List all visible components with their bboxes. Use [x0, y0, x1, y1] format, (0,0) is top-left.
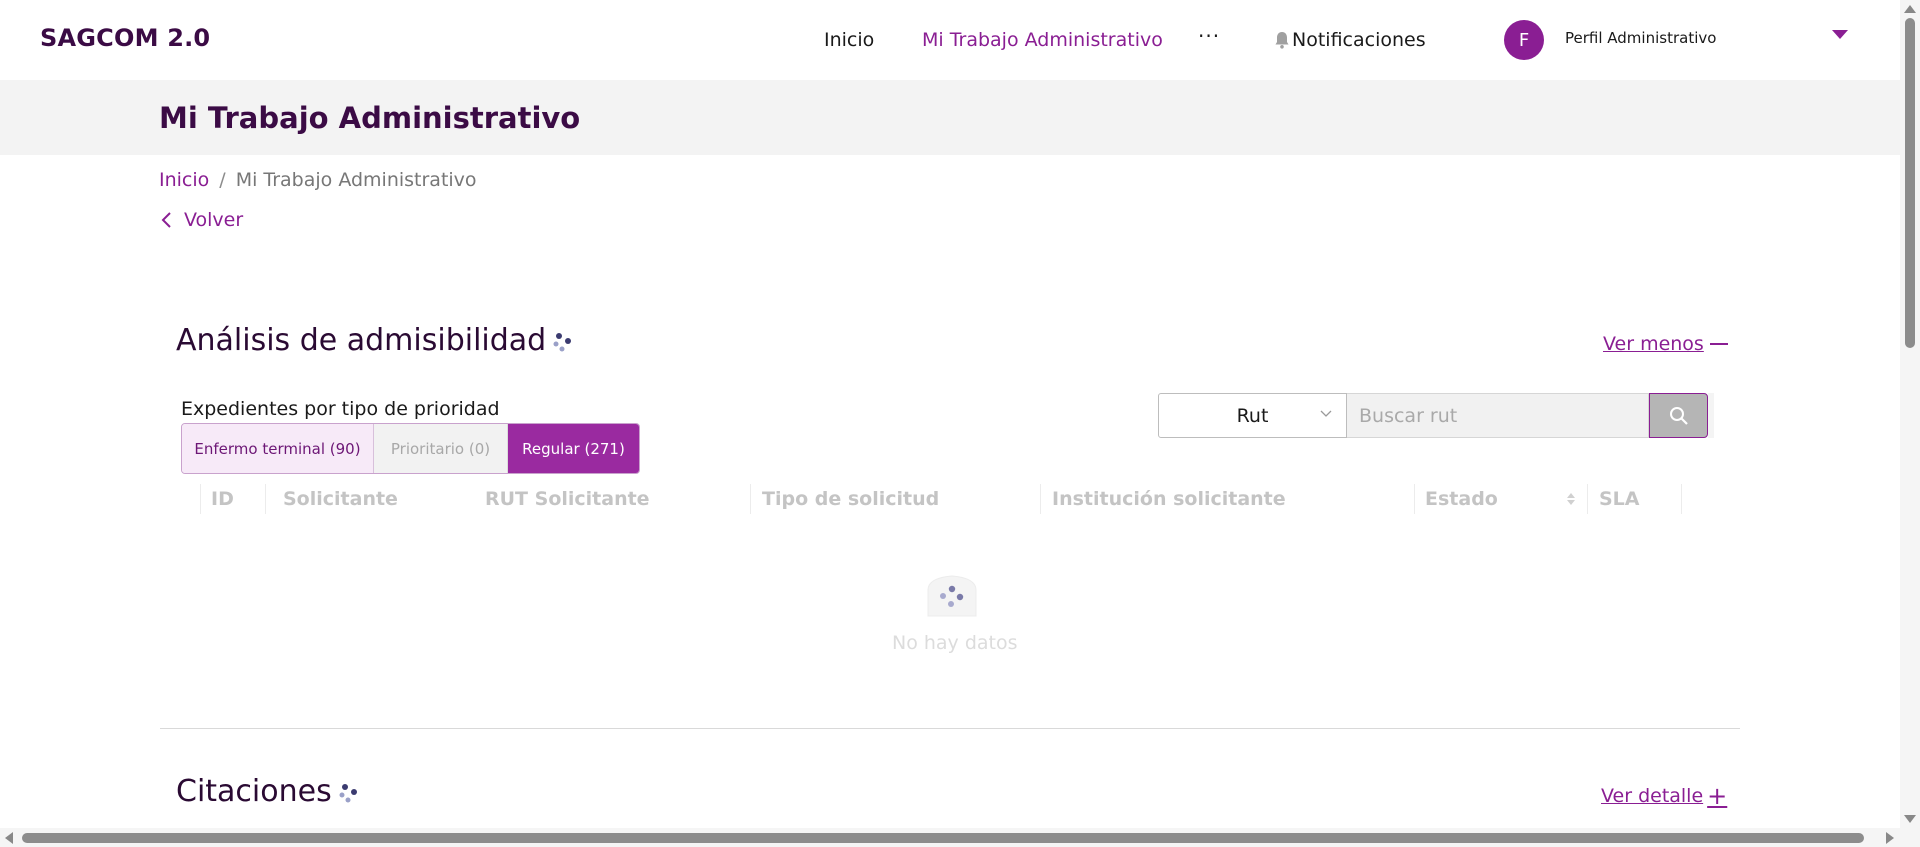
ver-menos-toggle[interactable]: Ver menos — [1603, 333, 1728, 355]
column-header-sla[interactable]: SLA — [1599, 488, 1640, 510]
table-header: ID Solicitante RUT Solicitante Tipo de s… — [200, 480, 1682, 518]
column-header-id[interactable]: ID — [211, 488, 234, 510]
column-divider — [200, 484, 201, 514]
app-logo[interactable]: SAGCOM 2.0 — [40, 24, 210, 52]
search-field-select[interactable]: Rut — [1158, 393, 1347, 438]
admissibility-title-text: Análisis de admisibilidad — [176, 323, 547, 358]
profile-dropdown-caret-icon[interactable] — [1832, 30, 1848, 39]
admissibility-section-title: Análisis de admisibilidad — [176, 323, 576, 358]
column-divider — [1040, 484, 1041, 514]
back-button[interactable]: Volver — [160, 209, 243, 231]
table-empty-state: No hay datos — [892, 572, 1018, 654]
segment-prioritario[interactable]: Prioritario (0) — [374, 424, 508, 473]
breadcrumb-home[interactable]: Inicio — [159, 169, 209, 191]
column-divider — [265, 484, 266, 514]
column-divider — [1681, 484, 1682, 514]
column-divider — [1587, 484, 1588, 514]
ver-detalle-label: Ver detalle — [1601, 785, 1704, 807]
column-divider — [750, 484, 751, 514]
profile-name[interactable]: Perfil Administrativo — [1565, 29, 1716, 47]
plus-icon: + — [1707, 782, 1728, 810]
sort-icon[interactable] — [1566, 490, 1576, 508]
scroll-left-arrow-icon[interactable] — [5, 832, 13, 844]
loading-dots-icon — [339, 783, 357, 802]
nav-home[interactable]: Inicio — [824, 29, 874, 51]
nav-mi-trabajo[interactable]: Mi Trabajo Administrativo — [922, 29, 1163, 51]
search-button[interactable] — [1649, 393, 1708, 438]
chevron-down-icon — [1320, 410, 1332, 417]
back-label: Volver — [184, 209, 244, 231]
search-input[interactable] — [1347, 393, 1649, 438]
breadcrumb-current: Mi Trabajo Administrativo — [235, 169, 477, 191]
ver-detalle-toggle[interactable]: Ver detalle + — [1601, 784, 1727, 808]
top-navbar: SAGCOM 2.0 Inicio Mi Trabajo Administrat… — [0, 0, 1900, 80]
column-header-solicitante[interactable]: Solicitante — [283, 488, 398, 510]
citations-title-text: Citaciones — [176, 774, 332, 809]
column-header-rut[interactable]: RUT Solicitante — [485, 488, 650, 510]
bell-icon — [1275, 32, 1289, 49]
empty-state-text: No hay datos — [892, 632, 1018, 654]
citations-section-title: Citaciones — [176, 774, 362, 809]
column-header-institucion[interactable]: Institución solicitante — [1052, 488, 1286, 510]
scroll-right-arrow-icon[interactable] — [1886, 832, 1894, 844]
notifications-label: Notificaciones — [1292, 29, 1426, 51]
segment-regular[interactable]: Regular (271) — [508, 424, 639, 473]
column-header-estado[interactable]: Estado — [1425, 488, 1498, 510]
column-divider — [1414, 484, 1415, 514]
page-title: Mi Trabajo Administrativo — [159, 101, 581, 135]
breadcrumb: Inicio / Mi Trabajo Administrativo — [159, 169, 477, 191]
loading-dots-icon — [553, 332, 572, 351]
scroll-up-arrow-icon[interactable] — [1904, 5, 1916, 13]
empty-box-icon — [927, 575, 977, 617]
segment-enfermo-terminal[interactable]: Enfermo terminal (90) — [182, 424, 374, 473]
nav-more-menu[interactable]: ··· — [1198, 24, 1220, 48]
column-header-tipo[interactable]: Tipo de solicitud — [762, 488, 939, 510]
vertical-scrollbar-thumb[interactable] — [1905, 18, 1915, 348]
priority-label: Expedientes por tipo de prioridad — [181, 398, 500, 420]
section-divider — [160, 728, 1740, 729]
search-field-select-value: Rut — [1236, 404, 1269, 427]
avatar[interactable]: F — [1504, 20, 1544, 60]
nav-notifications[interactable]: Notificaciones — [1274, 29, 1426, 51]
minus-icon — [1709, 343, 1728, 345]
horizontal-scrollbar-thumb[interactable] — [22, 833, 1864, 843]
search-icon — [1669, 406, 1688, 425]
page-header-band: Mi Trabajo Administrativo — [0, 80, 1900, 155]
search-button-shadow — [1708, 393, 1714, 438]
priority-segmented-control: Enfermo terminal (90) Prioritario (0) Re… — [181, 423, 640, 474]
breadcrumb-separator: / — [219, 169, 226, 191]
scroll-down-arrow-icon[interactable] — [1904, 815, 1916, 823]
chevron-left-icon — [161, 212, 171, 228]
ver-menos-label: Ver menos — [1603, 333, 1704, 355]
search-bar: Rut — [1158, 393, 1714, 438]
